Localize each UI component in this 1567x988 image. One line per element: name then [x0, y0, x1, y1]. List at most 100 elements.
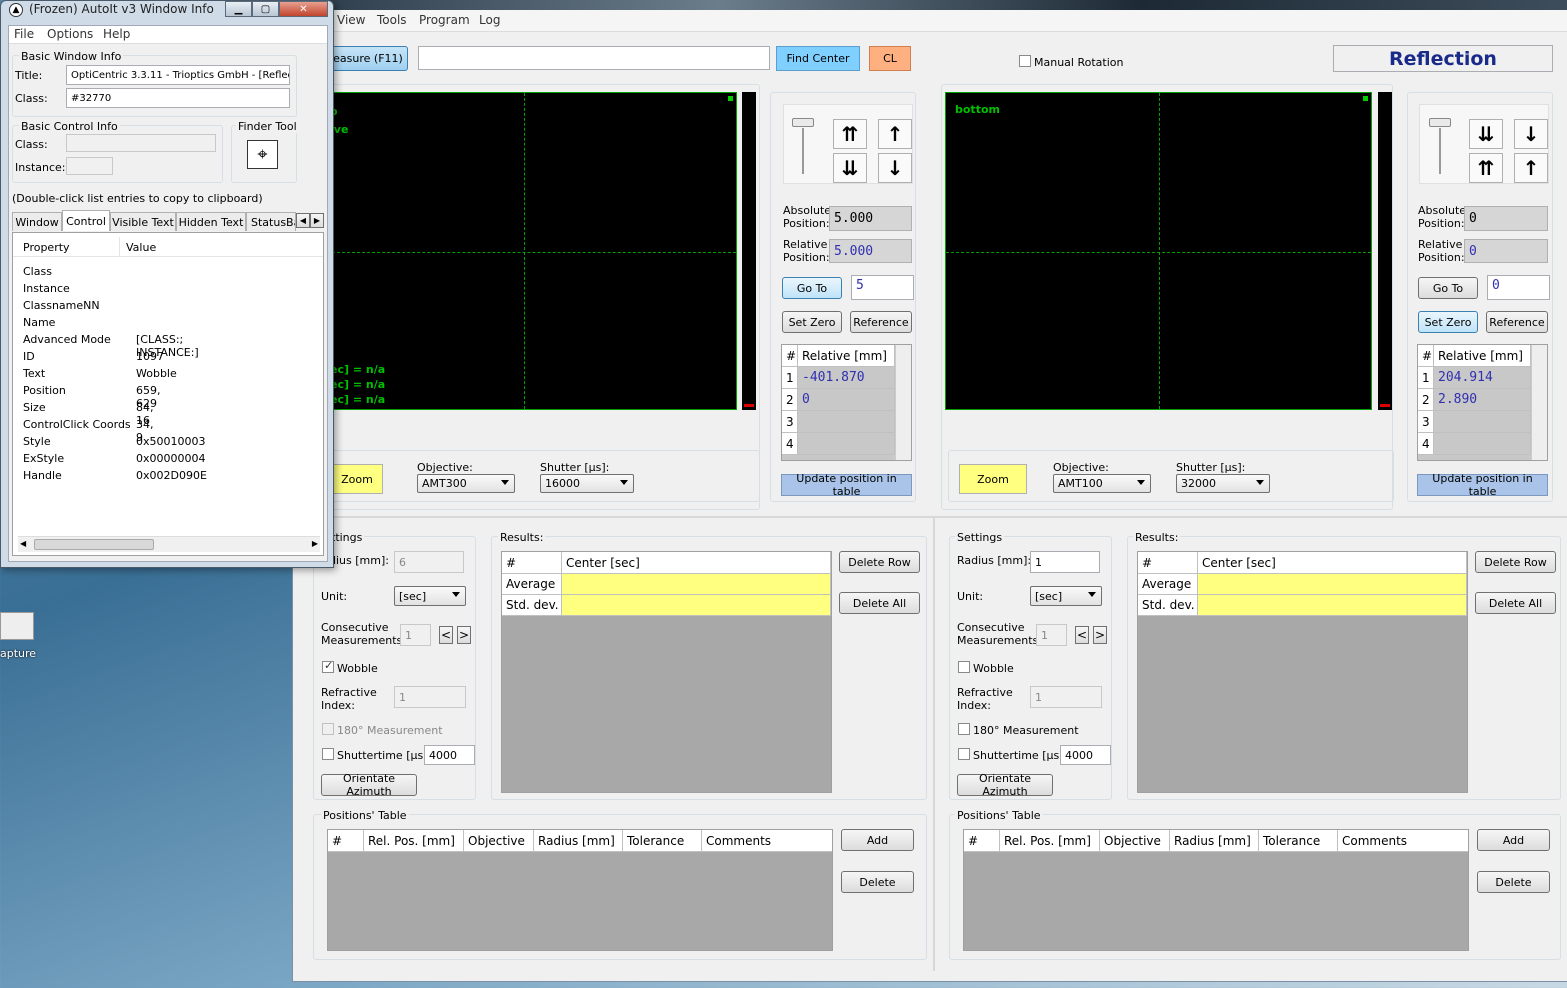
scroll-left-icon[interactable]: ◀	[20, 539, 26, 548]
maximize-icon[interactable]: ▢	[252, 1, 279, 17]
right-goto-button[interactable]: Go To	[1418, 277, 1478, 299]
table-row-value[interactable]	[1434, 433, 1531, 455]
list-item[interactable]: Style 0x50010003	[23, 435, 206, 452]
right-delete-button[interactable]: Delete	[1477, 871, 1550, 893]
fast-down-icon[interactable]: ⇊	[1469, 119, 1503, 149]
right-update-position-button[interactable]: Update position in table	[1417, 472, 1548, 498]
right-180-checkbox[interactable]	[958, 723, 970, 735]
tab-hidden-text[interactable]: Hidden Text	[176, 212, 246, 231]
left-unit-select[interactable]: [sec]	[394, 586, 466, 606]
menu-file[interactable]: File	[14, 28, 34, 41]
left-zoom-button[interactable]: Zoom	[331, 464, 383, 494]
table-row-value[interactable]: 0	[798, 389, 895, 411]
table-row-value[interactable]	[798, 411, 895, 433]
menu-program[interactable]: Program	[419, 13, 470, 27]
table-row-value[interactable]	[798, 433, 895, 455]
list-header-value[interactable]: Value	[126, 241, 156, 254]
right-shutter-select[interactable]: 32000	[1176, 474, 1270, 493]
list-item[interactable]: Handle 0x002D090E	[23, 469, 207, 486]
left-reference-button[interactable]: Reference	[850, 311, 912, 333]
tab-scroll-right-icon[interactable]: ▶	[310, 213, 324, 228]
right-objective-select[interactable]: AMT100	[1053, 474, 1151, 493]
increment-icon[interactable]: >	[1093, 626, 1107, 644]
crosshair-icon[interactable]: ⌖	[247, 140, 278, 169]
scroll-right-icon[interactable]: ▶	[312, 539, 318, 548]
measure-button[interactable]: easure (F11)	[328, 46, 408, 71]
table-scrollbar[interactable]	[895, 345, 911, 460]
left-set-zero-button[interactable]: Set Zero	[782, 311, 842, 333]
desktop-capture-icon[interactable]	[0, 612, 34, 640]
right-unit-select[interactable]: [sec]	[1030, 586, 1102, 606]
left-radius-input[interactable]: 6	[394, 551, 464, 573]
up-icon[interactable]: ↑	[1514, 153, 1548, 183]
minimize-icon[interactable]: ▁	[225, 1, 252, 17]
list-item[interactable]: Position 659, 629	[23, 384, 161, 410]
right-shuttertime-checkbox[interactable]	[958, 748, 970, 760]
left-shuttertime-checkbox[interactable]	[322, 748, 334, 760]
left-update-position-button[interactable]: Update position in table	[781, 472, 912, 498]
right-orientate-azimuth-button[interactable]: Orientate Azimuth	[957, 772, 1053, 798]
left-refractive-input[interactable]: 1	[394, 686, 466, 708]
right-shuttertime-input[interactable]: 4000	[1060, 745, 1111, 765]
speed-slider-thumb[interactable]	[1429, 118, 1451, 127]
right-refractive-input[interactable]: 1	[1030, 686, 1102, 708]
find-center-button[interactable]: Find Center	[776, 46, 860, 71]
left-shuttertime-input[interactable]: 4000	[424, 745, 475, 765]
list-item[interactable]: ID 1097	[23, 350, 164, 367]
left-goto-button[interactable]: Go To	[782, 277, 842, 299]
right-reference-button[interactable]: Reference	[1486, 311, 1548, 333]
right-consecutive-input[interactable]: 1	[1036, 624, 1067, 646]
list-item[interactable]: Instance	[23, 282, 70, 299]
left-180-checkbox[interactable]	[322, 723, 334, 735]
list-item[interactable]: Name	[23, 316, 55, 333]
decrement-icon[interactable]: <	[439, 626, 453, 644]
menu-options[interactable]: Options	[47, 28, 93, 41]
left-delete-all-button[interactable]: Delete All	[839, 592, 920, 614]
scrollbar-thumb[interactable]	[34, 539, 154, 550]
table-scrollbar[interactable]	[1531, 345, 1547, 460]
left-delete-button[interactable]: Delete	[841, 871, 914, 893]
tab-visible-text[interactable]: Visible Text	[110, 212, 176, 231]
left-add-button[interactable]: Add	[841, 829, 914, 851]
close-icon[interactable]: ✕	[279, 1, 328, 17]
tab-window[interactable]: Window	[12, 212, 62, 231]
down-icon[interactable]: ↓	[878, 153, 912, 183]
right-set-zero-button[interactable]: Set Zero	[1418, 311, 1478, 333]
window-class-field[interactable]: #32770	[66, 88, 290, 108]
right-zoom-button[interactable]: Zoom	[959, 464, 1027, 494]
tab-statusbar[interactable]: StatusBa	[246, 212, 296, 231]
list-header-property[interactable]: Property	[23, 241, 70, 254]
fast-up-icon[interactable]: ⇈	[1469, 153, 1503, 183]
right-delete-row-button[interactable]: Delete Row	[1475, 551, 1556, 573]
menu-view[interactable]: View	[337, 13, 365, 27]
cl-button[interactable]: CL	[869, 46, 911, 71]
menu-help[interactable]: Help	[103, 28, 130, 41]
left-shutter-select[interactable]: 16000	[540, 474, 634, 493]
left-goto-input[interactable]: 5	[851, 275, 914, 300]
down-icon[interactable]: ↓	[1514, 119, 1548, 149]
list-item[interactable]: Class	[23, 265, 52, 282]
increment-icon[interactable]: >	[457, 626, 471, 644]
list-item[interactable]: Advanced Mode [CLASS:; INSTANCE:]	[23, 333, 199, 359]
right-wobble-checkbox[interactable]	[958, 661, 970, 673]
fast-up-icon[interactable]: ⇈	[833, 119, 867, 149]
list-item[interactable]: Text Wobble	[23, 367, 177, 384]
list-item[interactable]: ControlClick Coords 34, 9	[23, 418, 154, 444]
decrement-icon[interactable]: <	[1075, 626, 1089, 644]
tab-control[interactable]: Control	[62, 210, 110, 231]
up-icon[interactable]: ↑	[878, 119, 912, 149]
list-item[interactable]: ExStyle 0x00000004	[23, 452, 206, 469]
right-add-button[interactable]: Add	[1477, 829, 1550, 851]
instance-field[interactable]	[66, 157, 113, 175]
right-goto-input[interactable]: 0	[1487, 275, 1550, 300]
tab-scroll-left-icon[interactable]: ◀	[296, 213, 310, 228]
horizontal-scrollbar[interactable]: ◀ ▶	[18, 536, 320, 552]
right-delete-all-button[interactable]: Delete All	[1475, 592, 1556, 614]
left-orientate-azimuth-button[interactable]: Orientate Azimuth	[321, 772, 417, 798]
left-objective-select[interactable]: AMT300	[417, 474, 515, 493]
list-item[interactable]: ClassnameNN	[23, 299, 100, 316]
left-delete-row-button[interactable]: Delete Row	[839, 551, 920, 573]
menu-tools[interactable]: Tools	[377, 13, 407, 27]
right-radius-input[interactable]: 1	[1030, 551, 1100, 573]
manual-rotation-checkbox[interactable]	[1019, 55, 1031, 67]
